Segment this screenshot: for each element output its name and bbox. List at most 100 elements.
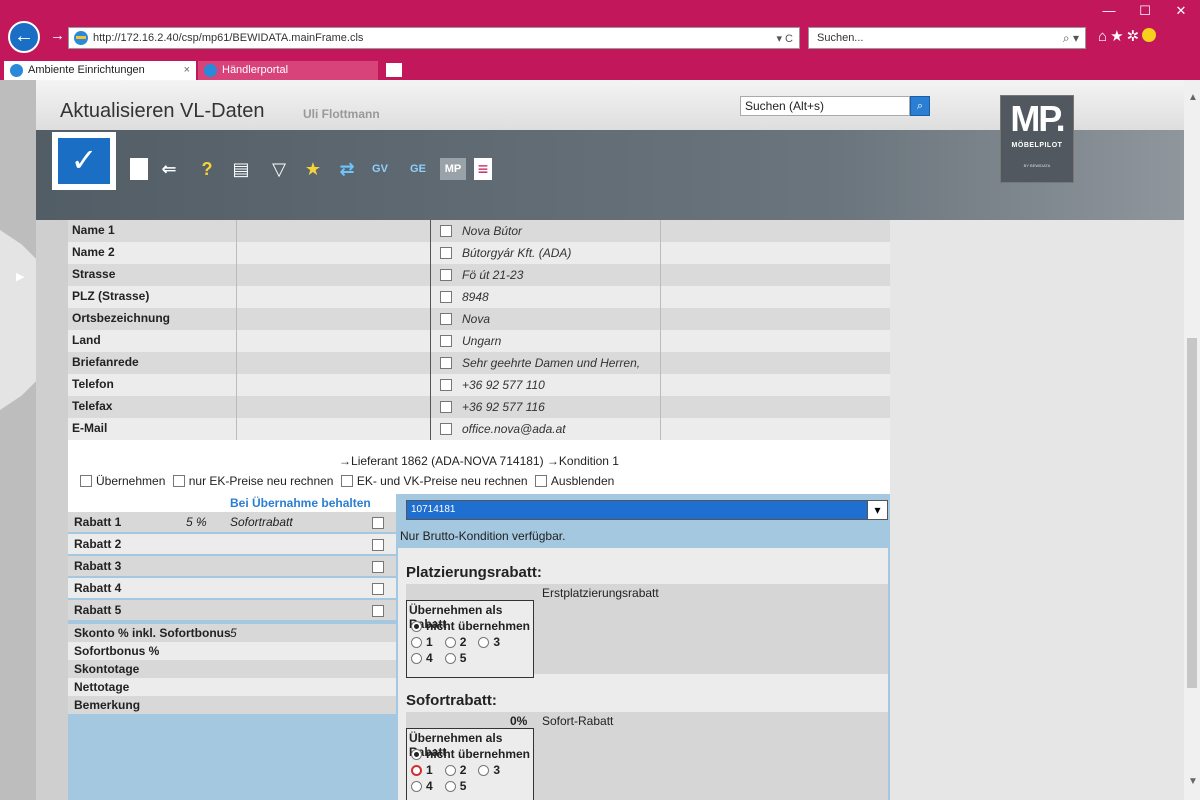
field-label: Briefanrede bbox=[72, 355, 139, 369]
table-row: Rabatt 1 5 % Sofortrabatt bbox=[68, 512, 396, 532]
filter-icon[interactable]: ▽ bbox=[268, 158, 290, 180]
option-checkbox-ausblenden[interactable] bbox=[534, 475, 547, 487]
field-value: 8948 bbox=[462, 290, 489, 304]
radio-rabatt-1[interactable] bbox=[411, 637, 422, 648]
row-checkbox[interactable] bbox=[440, 269, 452, 281]
tab-close-icon[interactable]: × bbox=[184, 61, 190, 79]
row-checkbox[interactable] bbox=[440, 225, 452, 237]
back-icon[interactable]: ⇐ bbox=[158, 158, 180, 180]
row-checkbox[interactable] bbox=[440, 401, 452, 413]
table-row: Skonto % inkl. Sofortbonus 5 bbox=[68, 624, 396, 642]
option-checkbox-uebernehmen[interactable] bbox=[80, 475, 92, 487]
radio-rabatt-3[interactable] bbox=[478, 637, 490, 648]
discount-percent: 0% bbox=[510, 714, 528, 728]
settings-gear-icon[interactable]: ✲ bbox=[1127, 28, 1143, 45]
address-bar[interactable]: http://172.16.2.40/csp/mp61/BEWIDATA.mai… bbox=[68, 27, 800, 49]
keep-checkbox[interactable] bbox=[372, 605, 384, 617]
keep-checkbox[interactable] bbox=[372, 561, 384, 573]
row-checkbox[interactable] bbox=[440, 247, 452, 259]
keep-on-transfer-heading: Bei Übernahme behalten bbox=[230, 496, 371, 510]
row-checkbox[interactable] bbox=[440, 423, 452, 435]
home-icon[interactable]: ⌂ bbox=[1098, 28, 1110, 45]
new-document-icon[interactable] bbox=[130, 158, 148, 180]
minimize-icon[interactable]: — bbox=[1098, 4, 1120, 18]
keep-checkbox[interactable] bbox=[372, 583, 384, 595]
portal-search-button[interactable]: ⌕ bbox=[910, 96, 930, 116]
print-icon[interactable]: ▤ bbox=[230, 158, 252, 180]
feedback-smiley-icon[interactable] bbox=[1142, 28, 1157, 42]
field-label: Land bbox=[72, 333, 101, 347]
favorites-star-icon[interactable]: ★ bbox=[1110, 28, 1126, 45]
gv-icon[interactable]: GV bbox=[366, 158, 394, 180]
browser-search-icon[interactable]: ⌕ ▾ bbox=[1063, 31, 1079, 46]
field-value: +36 92 577 116 bbox=[462, 400, 545, 414]
row-checkbox[interactable] bbox=[440, 313, 452, 325]
radio-rabatt-5[interactable] bbox=[444, 653, 456, 664]
field-value: +36 92 577 110 bbox=[462, 378, 545, 392]
table-row: Strasse Fö út 21-23 bbox=[68, 264, 890, 286]
radio-nicht-uebernehmen[interactable] bbox=[411, 749, 422, 760]
tab-ambiente-einrichtungen[interactable]: Ambiente Einrichtungen × bbox=[4, 61, 196, 80]
document-icon[interactable]: ≡ bbox=[474, 158, 492, 180]
browser-tabbar: Ambiente Einrichtungen × Händlerportal bbox=[0, 60, 1200, 80]
scrollbar-thumb[interactable] bbox=[1187, 338, 1197, 688]
side-panel-rail: ▶ bbox=[0, 80, 36, 800]
browser-back-button[interactable]: ← bbox=[8, 21, 40, 53]
discount-label: Rabatt 1 bbox=[74, 515, 122, 529]
field-value: office.nova@ada.at bbox=[462, 422, 566, 436]
new-tab-icon[interactable] bbox=[386, 63, 402, 77]
radio-rabatt-4[interactable] bbox=[411, 653, 422, 664]
radio-nicht-uebernehmen[interactable] bbox=[411, 621, 422, 632]
row-checkbox[interactable] bbox=[440, 335, 452, 347]
moebelpilot-logo: MP. MÖBELPILOT BY BEWIDATA bbox=[1000, 95, 1074, 183]
radio-rabatt-1[interactable] bbox=[411, 765, 422, 776]
browser-search-input[interactable]: Suchen... ⌕ ▾ bbox=[808, 27, 1086, 49]
ie-tab-icon bbox=[10, 64, 23, 77]
tab-haendlerportal[interactable]: Händlerportal bbox=[198, 61, 378, 80]
radio-group-header: Übernehmen als Rabatt bbox=[409, 603, 503, 631]
user-name: Uli Flottmann bbox=[303, 107, 380, 121]
expand-arrow-icon[interactable]: ▶ bbox=[16, 270, 24, 283]
table-row: Nettotage bbox=[68, 678, 396, 696]
keep-checkbox[interactable] bbox=[372, 539, 384, 551]
condition-select[interactable]: 10714181 ▾ bbox=[406, 500, 888, 520]
row-checkbox[interactable] bbox=[440, 357, 452, 369]
option-checkbox-ek-vk-neu[interactable] bbox=[340, 475, 353, 487]
browser-forward-button[interactable]: → bbox=[50, 27, 65, 44]
field-value: Bútorgyár Kft. (ADA) bbox=[462, 246, 572, 260]
ge-icon[interactable]: GE bbox=[404, 158, 432, 180]
favorite-list-icon[interactable]: ★ bbox=[302, 158, 324, 180]
ie-tab-icon bbox=[204, 64, 217, 77]
table-row: Ortsbezeichnung Nova bbox=[68, 308, 890, 330]
moebelpilot-icon[interactable]: MP bbox=[440, 158, 466, 180]
address-refresh-icon[interactable]: ▾ C bbox=[776, 32, 793, 45]
row-checkbox[interactable] bbox=[440, 379, 452, 391]
radio-rabatt-2[interactable] bbox=[444, 637, 456, 648]
table-row: E-Mail office.nova@ada.at bbox=[68, 418, 890, 440]
table-row: Telefax +36 92 577 116 bbox=[68, 396, 890, 418]
field-label: Ortsbezeichnung bbox=[72, 311, 171, 325]
close-window-icon[interactable]: ✕ bbox=[1170, 4, 1192, 18]
scroll-down-icon[interactable]: ▼ bbox=[1188, 776, 1198, 787]
radio-rabatt-3[interactable] bbox=[478, 765, 490, 776]
table-row: Rabatt 4 bbox=[68, 578, 396, 598]
keep-checkbox[interactable] bbox=[372, 517, 384, 529]
row-checkbox[interactable] bbox=[440, 291, 452, 303]
side-panel-toggle[interactable] bbox=[0, 230, 36, 410]
discount-label: Rabatt 3 bbox=[74, 559, 122, 573]
radio-rabatt-4[interactable] bbox=[411, 781, 422, 792]
transfer-icon[interactable]: ⇄ bbox=[334, 158, 360, 180]
save-button[interactable]: ✓ bbox=[52, 132, 116, 190]
portal-search-input[interactable]: Suchen (Alt+s) bbox=[740, 96, 910, 116]
discount-description: Sofortrabatt bbox=[230, 515, 293, 529]
option-checkbox-ek-neu[interactable] bbox=[172, 475, 185, 487]
field-label: E-Mail bbox=[72, 421, 108, 435]
chevron-down-icon[interactable]: ▾ bbox=[867, 501, 887, 519]
radio-rabatt-5[interactable] bbox=[444, 781, 456, 792]
maximize-icon[interactable]: ☐ bbox=[1134, 4, 1156, 18]
browser-search-placeholder: Suchen... bbox=[817, 32, 864, 44]
scroll-up-icon[interactable]: ▲ bbox=[1188, 92, 1198, 103]
help-icon[interactable]: ? bbox=[199, 158, 215, 180]
radio-rabatt-2[interactable] bbox=[444, 765, 456, 776]
field-label: PLZ (Strasse) bbox=[72, 289, 150, 303]
